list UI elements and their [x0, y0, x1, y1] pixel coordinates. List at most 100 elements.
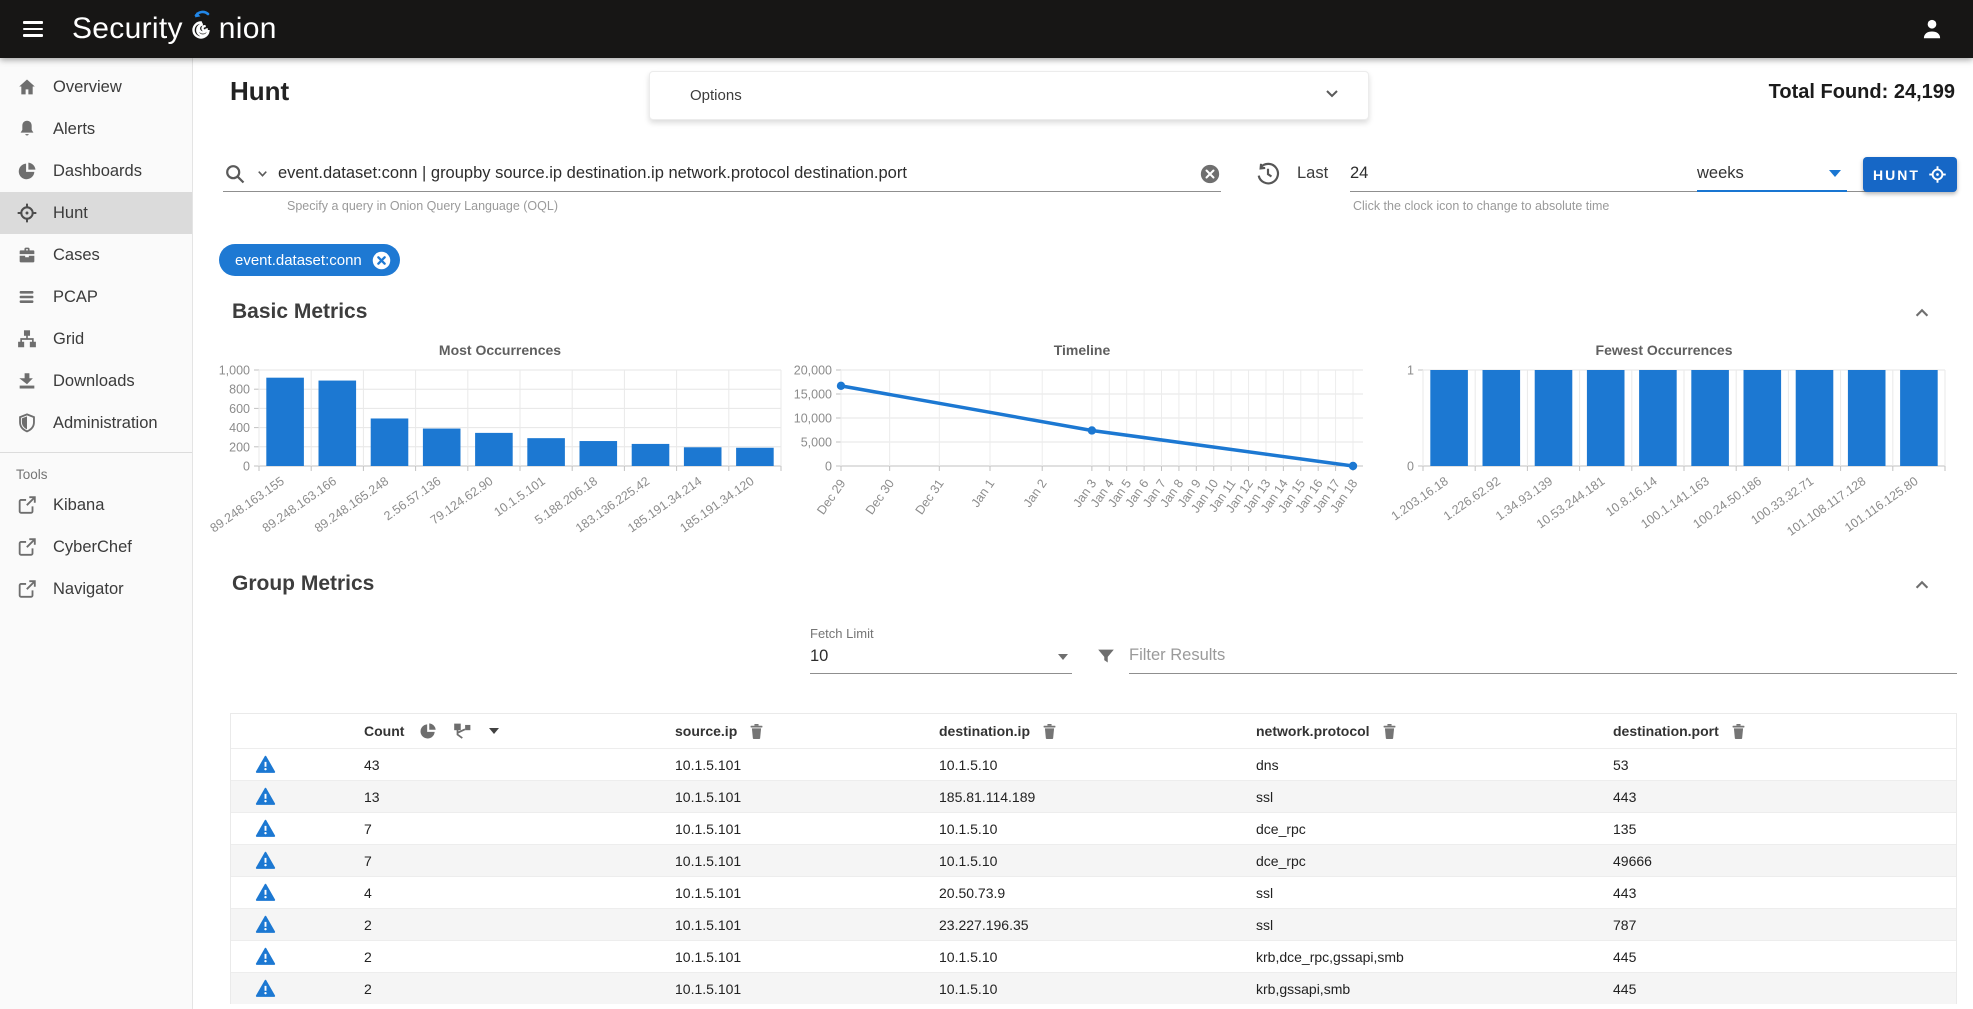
chart-timeline: Timeline 05,00010,00015,00020,000Dec 29D…: [791, 342, 1373, 546]
sidebar-item-grid[interactable]: Grid: [0, 318, 192, 360]
sidebar-item-downloads[interactable]: Downloads: [0, 360, 192, 402]
total-found-label: Total Found:: [1769, 81, 1889, 103]
sidebar-item-label: Downloads: [53, 372, 135, 391]
fetch-limit-value: 10: [810, 647, 828, 666]
filter-results-input[interactable]: [1129, 642, 1957, 674]
svg-text:Dec 30: Dec 30: [863, 477, 897, 518]
group-metrics-collapse-icon[interactable]: [1909, 572, 1935, 598]
table-row[interactable]: 410.1.5.10120.50.73.9ssl443: [231, 876, 1956, 908]
row-warning-icon[interactable]: [255, 882, 276, 903]
query-input[interactable]: [278, 164, 1199, 183]
app-bar: Security nion: [0, 0, 1973, 58]
clear-query-icon[interactable]: [1199, 163, 1221, 185]
trash-icon[interactable]: [1380, 722, 1399, 741]
svg-text:1: 1: [1407, 364, 1414, 378]
chip-close-icon[interactable]: [371, 250, 392, 271]
chart-title: Most Occurrences: [209, 342, 791, 358]
trash-icon[interactable]: [1729, 722, 1748, 741]
time-range-label: Last: [1297, 164, 1328, 183]
column-header-destination-ip[interactable]: destination.ip: [939, 722, 1256, 741]
row-warning-icon[interactable]: [255, 818, 276, 839]
sidebar-item-label: Administration: [53, 414, 158, 433]
svg-text:1,000: 1,000: [219, 364, 250, 378]
query-hint: Specify a query in Onion Query Language …: [287, 199, 558, 213]
search-icon: [223, 162, 247, 186]
query-history-chevron-icon[interactable]: [255, 166, 270, 181]
filter-chip[interactable]: event.dataset:conn: [219, 244, 400, 276]
cell-source-ip: 10.1.5.101: [675, 981, 939, 997]
column-label: source.ip: [675, 723, 737, 739]
sidebar-item-administration[interactable]: Administration: [0, 402, 192, 444]
trash-icon[interactable]: [747, 722, 766, 741]
trash-icon[interactable]: [1040, 722, 1059, 741]
basic-metrics-collapse-icon[interactable]: [1909, 300, 1935, 326]
sidebar-item-label: PCAP: [53, 288, 98, 307]
row-warning-icon[interactable]: [255, 914, 276, 935]
list-lines-icon: [16, 286, 38, 308]
options-expansion-panel[interactable]: Options: [649, 71, 1369, 120]
row-warning-icon[interactable]: [255, 946, 276, 967]
chart-type-caret-icon[interactable]: [489, 728, 499, 734]
pie-chart-toggle-icon[interactable]: [418, 721, 438, 741]
hunt-button-label: HUNT: [1873, 167, 1920, 183]
sidebar-item-dashboards[interactable]: Dashboards: [0, 150, 192, 192]
sankey-diagram-icon[interactable]: [452, 721, 473, 742]
sidebar-item-pcap[interactable]: PCAP: [0, 276, 192, 318]
svg-text:Jan 1: Jan 1: [968, 477, 997, 510]
row-warning-icon[interactable]: [255, 850, 276, 871]
cell-network-protocol: ssl: [1256, 885, 1613, 901]
column-header-source-ip[interactable]: source.ip: [675, 722, 939, 741]
cell-destination-ip: 10.1.5.10: [939, 821, 1256, 837]
cell-destination-port: 135: [1613, 821, 1956, 837]
column-label: network.protocol: [1256, 723, 1370, 739]
home-icon: [16, 76, 38, 98]
cell-source-ip: 10.1.5.101: [675, 853, 939, 869]
sidebar-item-alerts[interactable]: Alerts: [0, 108, 192, 150]
total-found-value: 24,199: [1894, 81, 1955, 103]
sidebar-item-cyberchef[interactable]: CyberChef: [0, 526, 192, 568]
sidebar-item-navigator[interactable]: Navigator: [0, 568, 192, 610]
table-row[interactable]: 210.1.5.10123.227.196.35ssl787: [231, 908, 1956, 940]
row-warning-icon[interactable]: [255, 978, 276, 999]
column-header-network-protocol[interactable]: network.protocol: [1256, 722, 1613, 741]
sidebar-item-hunt[interactable]: Hunt: [0, 192, 192, 234]
sidebar-item-overview[interactable]: Overview: [0, 66, 192, 108]
filter-chip-label: event.dataset:conn: [235, 252, 362, 269]
sidebar-item-label: Kibana: [53, 496, 104, 515]
sidebar-item-kibana[interactable]: Kibana: [0, 484, 192, 526]
time-unit-select[interactable]: weeks: [1697, 156, 1847, 192]
basic-metrics-title: Basic Metrics: [232, 300, 367, 324]
table-row[interactable]: 210.1.5.10110.1.5.10krb,dce_rpc,gssapi,s…: [231, 940, 1956, 972]
row-warning-icon[interactable]: [255, 786, 276, 807]
time-hint: Click the clock icon to change to absolu…: [1353, 199, 1609, 213]
select-caret-icon: [1829, 170, 1841, 177]
table-row[interactable]: 1310.1.5.101185.81.114.189ssl443: [231, 780, 1956, 812]
row-warning-icon[interactable]: [255, 754, 276, 775]
cell-source-ip: 10.1.5.101: [675, 821, 939, 837]
fetch-limit-select[interactable]: Fetch Limit 10: [810, 626, 1072, 674]
clock-history-icon[interactable]: [1255, 160, 1283, 188]
group-metrics-title: Group Metrics: [232, 572, 374, 596]
cell-destination-port: 787: [1613, 917, 1956, 933]
svg-text:Dec 31: Dec 31: [913, 477, 947, 518]
table-row[interactable]: 710.1.5.10110.1.5.10dce_rpc49666: [231, 844, 1956, 876]
table-row[interactable]: 210.1.5.10110.1.5.10krb,gssapi,smb445: [231, 972, 1956, 1004]
table-row[interactable]: 4310.1.5.10110.1.5.10dns53: [231, 748, 1956, 780]
svg-text:10,000: 10,000: [794, 412, 832, 426]
sidebar-item-cases[interactable]: Cases: [0, 234, 192, 276]
sidebar-item-label: Overview: [53, 78, 122, 97]
table-row[interactable]: 710.1.5.10110.1.5.10dce_rpc135: [231, 812, 1956, 844]
group-metrics-table: Count source.ip destination.: [230, 713, 1957, 1004]
filter-results-field: [1095, 642, 1957, 674]
column-header-destination-port[interactable]: destination.port: [1613, 722, 1956, 741]
fetch-limit-label: Fetch Limit: [810, 626, 1072, 641]
user-account-icon[interactable]: [1919, 16, 1945, 42]
chart-canvas: 05,00010,00015,00020,000Dec 29Dec 30Dec …: [791, 360, 1373, 546]
svg-text:15,000: 15,000: [794, 388, 832, 402]
hunt-button[interactable]: HUNT: [1863, 157, 1957, 192]
svg-text:1.203.16.18: 1.203.16.18: [1389, 474, 1451, 523]
column-header-count[interactable]: Count: [364, 721, 675, 742]
cell-destination-ip: 10.1.5.10: [939, 853, 1256, 869]
hamburger-menu-icon[interactable]: [10, 9, 56, 49]
svg-text:600: 600: [229, 402, 250, 416]
